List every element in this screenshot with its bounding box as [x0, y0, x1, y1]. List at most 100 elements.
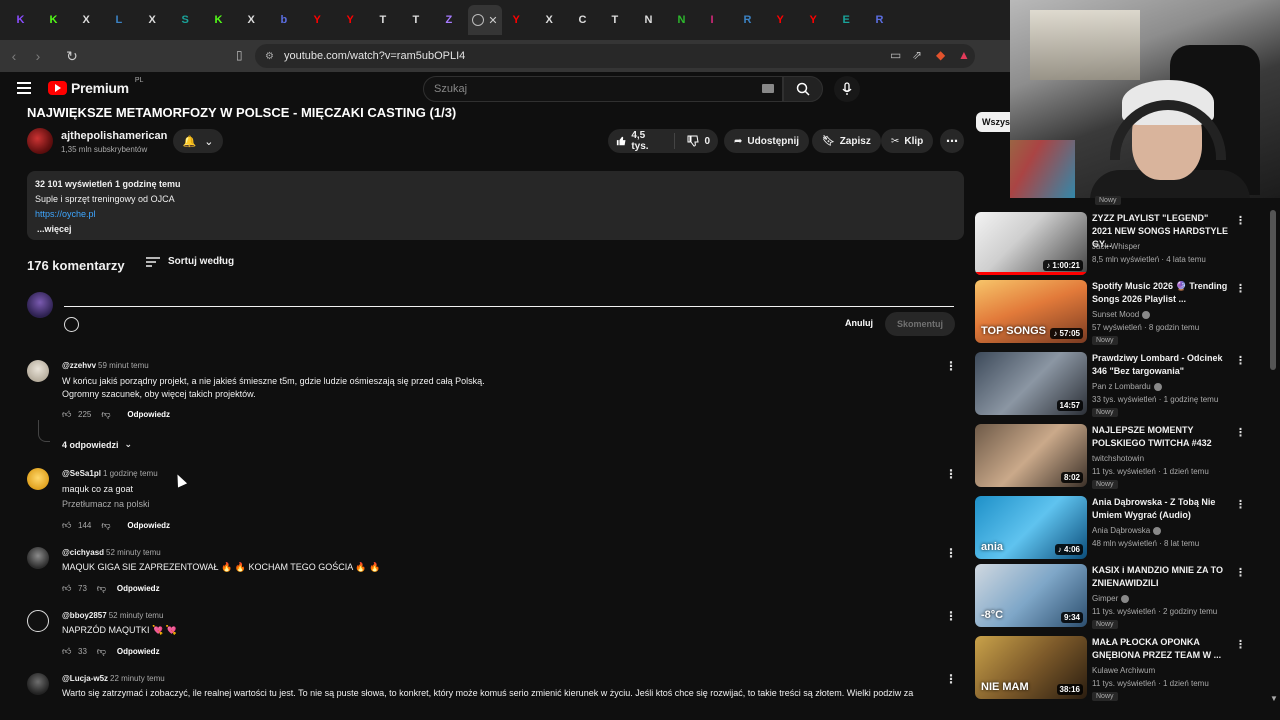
emoji-icon[interactable] — [64, 317, 79, 332]
comment-time[interactable]: 22 minuty temu — [110, 674, 165, 683]
video-thumbnail[interactable]: TOP SONGS ♪ 57:05 — [975, 280, 1087, 343]
comment-time[interactable]: 52 minuty temu — [109, 611, 164, 620]
browser-tab[interactable]: X — [535, 5, 568, 35]
show-replies-button[interactable]: 4 odpowiedzi ⌄ — [62, 439, 132, 450]
rec-menu-icon[interactable]: ⋮ — [1235, 498, 1246, 511]
browser-tab[interactable]: N — [634, 5, 667, 35]
share-page-icon[interactable]: ⇗ — [912, 48, 922, 62]
browser-tab[interactable]: b — [270, 5, 303, 35]
comment-time[interactable]: 52 minuty temu — [106, 548, 161, 557]
comment-menu-icon[interactable]: ⋮ — [945, 673, 957, 685]
reply-button[interactable]: Odpowiedz — [127, 410, 170, 419]
comment-author[interactable]: @cichyasd — [62, 548, 104, 557]
commenter-avatar[interactable] — [27, 360, 49, 382]
comment-author[interactable]: @zzehvv — [62, 361, 96, 370]
comment-dislike-icon[interactable]: 👎︎ — [97, 646, 109, 657]
rec-thumbnail-partial[interactable] — [1010, 140, 1075, 198]
comment-like-icon[interactable]: 👍︎ — [62, 409, 74, 420]
browser-tab[interactable]: Y — [336, 5, 369, 35]
browser-tab[interactable]: Y — [766, 5, 799, 35]
browser-tab[interactable]: N — [667, 5, 700, 35]
browser-tab[interactable]: Y — [303, 5, 336, 35]
comment-menu-icon[interactable]: ⋮ — [945, 360, 957, 372]
commenter-avatar[interactable] — [27, 468, 49, 490]
share-button[interactable]: ➦ Udostępnij — [724, 129, 810, 153]
recommended-video[interactable]: NIE MAM 38:16 MAŁA PŁOCKA OPONKA GNĘBIONA … — [975, 636, 1270, 702]
rec-menu-icon[interactable]: ⋮ — [1235, 282, 1246, 295]
rec-menu-icon[interactable]: ⋮ — [1235, 214, 1246, 227]
channel-avatar[interactable] — [27, 128, 53, 154]
translate-link[interactable]: Przetłumacz na polski — [62, 499, 150, 509]
comment-dislike-icon[interactable]: 👎︎ — [97, 583, 109, 594]
rec-title[interactable]: MAŁA PŁOCKA OPONKA GNĘBIONA PRZEZ TEAM W… — [1092, 636, 1230, 662]
rec-title[interactable]: Spotify Music 2026 🔮 Trending Songs 2026… — [1092, 280, 1230, 306]
rec-title[interactable]: Prawdziwy Lombard - Odcinek 346 "Bez tar… — [1092, 352, 1230, 378]
video-thumbnail[interactable]: 14:57 — [975, 352, 1087, 415]
back-icon[interactable]: ‹ — [4, 48, 24, 64]
browser-tab[interactable]: Y — [799, 5, 832, 35]
recommended-video[interactable]: -8°C 9:34 KASIX i MANDZIO MNIE ZA TO ZNIEN… — [975, 564, 1270, 630]
comment-menu-icon[interactable]: ⋮ — [945, 610, 957, 622]
rec-menu-icon[interactable]: ⋮ — [1235, 426, 1246, 439]
submit-comment-button[interactable]: Skomentuj — [885, 312, 955, 336]
like-button[interactable]: 4,5 tys. — [608, 129, 669, 153]
search-input[interactable]: Szukaj — [423, 76, 783, 102]
browser-tab[interactable]: I — [700, 5, 733, 35]
rec-channel[interactable]: Pan z Lombardu — [1092, 382, 1162, 391]
bookmark-icon[interactable]: ▯ — [236, 48, 243, 62]
browser-tab[interactable]: K — [39, 5, 72, 35]
rec-title[interactable]: Ania Dąbrowska - Z Tobą Nie Umiem Wygrać… — [1092, 496, 1230, 522]
browser-tab[interactable]: R — [733, 5, 766, 35]
comment-dislike-icon[interactable]: 👎︎ — [101, 409, 113, 420]
comment-input[interactable] — [64, 306, 954, 307]
sort-button[interactable]: Sortuj według — [146, 256, 234, 267]
rec-channel[interactable]: Ania Dąbrowska — [1092, 526, 1162, 535]
recommended-video[interactable]: 8:02 NAJLEPSZE MOMENTY POLSKIEGO TWITCHA … — [975, 424, 1270, 490]
menu-icon[interactable] — [17, 82, 31, 94]
rewards-icon[interactable]: ▲ — [958, 48, 970, 62]
browser-tab[interactable]: K — [6, 5, 39, 35]
comment-like-icon[interactable]: 👍︎ — [62, 583, 74, 594]
browser-tab[interactable]: Z — [435, 5, 468, 35]
comment-author[interactable]: @SeSa1pl — [62, 469, 101, 478]
video-thumbnail[interactable]: 8:02 — [975, 424, 1087, 487]
reply-button[interactable]: Odpowiedz — [117, 647, 160, 656]
recommended-video[interactable]: 14:57 Prawdziwy Lombard - Odcinek 346 "Be… — [975, 352, 1270, 418]
comment-menu-icon[interactable]: ⋮ — [945, 468, 957, 480]
browser-tab[interactable]: T — [402, 5, 435, 35]
comment-time[interactable]: 59 minut temu — [98, 361, 149, 370]
commenter-avatar[interactable] — [27, 673, 49, 695]
recommended-video[interactable]: ♪ 1:00:21 ZYZZ PLAYLIST "LEGEND" 2021 NEW… — [975, 212, 1270, 278]
channel-name[interactable]: ajthepolishamerican — [61, 130, 167, 142]
browser-tab[interactable]: C — [568, 5, 601, 35]
reply-button[interactable]: Odpowiedz — [127, 521, 170, 530]
cancel-button[interactable]: Anuluj — [845, 318, 873, 328]
browser-tab[interactable]: T — [601, 5, 634, 35]
comment-like-icon[interactable]: 👍︎ — [62, 646, 74, 657]
more-actions-button[interactable]: ⋯ — [940, 129, 964, 153]
description-link[interactable]: https://oyche.pl — [35, 209, 956, 219]
recommended-video[interactable]: ania ♪ 4:06 Ania Dąbrowska - Z Tobą Nie Um… — [975, 496, 1270, 562]
comment-time[interactable]: 1 godzinę temu — [103, 469, 158, 478]
video-thumbnail[interactable]: NIE MAM 38:16 — [975, 636, 1087, 699]
rec-title[interactable]: NAJLEPSZE MOMENTY POLSKIEGO TWITCHA #432 — [1092, 424, 1230, 450]
clip-button[interactable]: ✂ Klip — [881, 129, 934, 153]
rec-menu-icon[interactable]: ⋮ — [1235, 638, 1246, 651]
search-button[interactable] — [783, 76, 823, 102]
brave-shield-icon[interactable]: ◆ — [936, 48, 945, 62]
browser-tab[interactable]: L — [105, 5, 138, 35]
reload-icon[interactable]: ↻ — [62, 48, 82, 65]
browser-tab[interactable]: X — [138, 5, 171, 35]
notification-bell-button[interactable]: 🔔 ⌄ — [173, 129, 223, 153]
browser-tab[interactable]: X — [72, 5, 105, 35]
browser-tab[interactable]: R — [865, 5, 898, 35]
browser-tab[interactable]: X — [237, 5, 270, 35]
cast-icon[interactable]: ▭ — [890, 48, 901, 62]
scroll-down-icon[interactable]: ▼ — [1270, 694, 1278, 703]
rec-title[interactable]: KASIX i MANDZIO MNIE ZA TO ZNIENAWIDZILI — [1092, 564, 1230, 590]
active-browser-tab[interactable]: ✕ — [468, 5, 502, 35]
commenter-avatar[interactable] — [27, 610, 49, 632]
sidebar-scrollbar[interactable] — [1270, 210, 1276, 370]
recommended-video[interactable]: TOP SONGS ♪ 57:05 Spotify Music 2026 🔮 Tre… — [975, 280, 1270, 346]
comment-dislike-icon[interactable]: 👎︎ — [101, 520, 113, 531]
